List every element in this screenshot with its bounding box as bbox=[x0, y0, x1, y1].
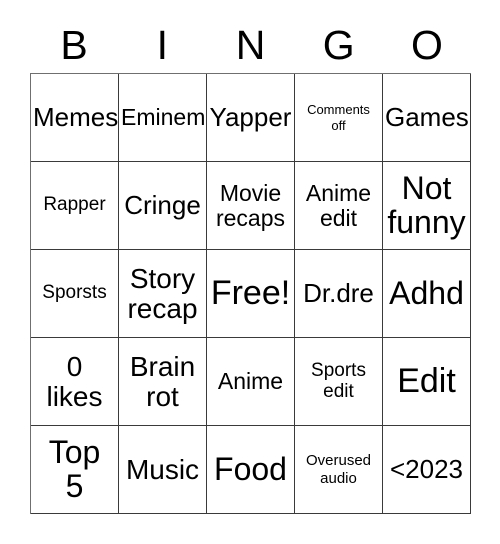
bingo-cell[interactable]: 0 likes bbox=[31, 338, 119, 426]
bingo-cell-label: Not funny bbox=[387, 170, 466, 240]
bingo-cell-label: Rapper bbox=[43, 194, 106, 216]
bingo-cell-label: Story recap bbox=[127, 263, 198, 324]
bingo-cell-label: Movie recaps bbox=[215, 179, 286, 231]
bingo-cell[interactable]: Cringe bbox=[119, 162, 207, 250]
bingo-cell[interactable]: Games bbox=[383, 74, 471, 162]
bingo-cell[interactable]: Overused audio bbox=[295, 426, 383, 514]
bingo-cell[interactable]: Edit bbox=[383, 338, 471, 426]
bingo-cell[interactable]: Anime edit bbox=[295, 162, 383, 250]
bingo-cell-label: Top 5 bbox=[48, 434, 101, 504]
bingo-cell-label: Sporsts bbox=[42, 282, 107, 304]
bingo-cell[interactable]: Music bbox=[119, 426, 207, 514]
bingo-cell[interactable]: Top 5 bbox=[31, 426, 119, 514]
bingo-cell-label: Yapper bbox=[209, 101, 292, 132]
bingo-cell[interactable]: Sporsts bbox=[31, 250, 119, 338]
bingo-cell-label: Music bbox=[125, 453, 200, 485]
bingo-cell-label: Edit bbox=[397, 362, 456, 401]
header-letter-g: G bbox=[322, 22, 355, 68]
header-letter-i: I bbox=[156, 22, 168, 68]
bingo-cell[interactable]: Eminem bbox=[119, 74, 207, 162]
bingo-cell-label: Eminem bbox=[121, 104, 206, 131]
bingo-cell[interactable]: Food bbox=[207, 426, 295, 514]
bingo-cell-label: <2023 bbox=[389, 453, 464, 484]
bingo-cell-label: Anime bbox=[217, 368, 284, 395]
bingo-cell-label: Memes bbox=[33, 101, 119, 132]
bingo-cell-label: Anime edit bbox=[305, 179, 372, 231]
bingo-cell-label: Cringe bbox=[124, 189, 201, 220]
bingo-cell-label: Free! bbox=[210, 274, 291, 313]
bingo-cell-label: Dr.dre bbox=[303, 277, 374, 308]
bingo-cell[interactable]: Comments off bbox=[295, 74, 383, 162]
bingo-cell[interactable]: Yapper bbox=[207, 74, 295, 162]
bingo-cell-label: Sports edit bbox=[311, 359, 366, 402]
bingo-cell[interactable]: Memes bbox=[31, 74, 119, 162]
bingo-cell[interactable]: Dr.dre bbox=[295, 250, 383, 338]
bingo-cell[interactable]: Adhd bbox=[383, 250, 471, 338]
header-letter-b: B bbox=[60, 22, 88, 68]
bingo-cell-label: Food bbox=[214, 450, 287, 487]
bingo-cell-label: Adhd bbox=[389, 274, 464, 311]
bingo-cell[interactable]: <2023 bbox=[383, 426, 471, 514]
bingo-cell-label: Brain rot bbox=[129, 351, 196, 412]
bingo-header-row: B I N G O bbox=[30, 18, 471, 73]
bingo-cell[interactable]: Sports edit bbox=[295, 338, 383, 426]
bingo-grid: Memes Eminem Yapper Comments off Games Rapper… bbox=[30, 73, 471, 514]
bingo-cell-label: Overused audio bbox=[305, 452, 372, 487]
bingo-cell[interactable]: Anime bbox=[207, 338, 295, 426]
bingo-cell-free[interactable]: Free! bbox=[207, 250, 295, 338]
bingo-cell[interactable]: Story recap bbox=[119, 250, 207, 338]
header-letter-n: N bbox=[235, 22, 266, 68]
bingo-cell[interactable]: Brain rot bbox=[119, 338, 207, 426]
bingo-cell[interactable]: Movie recaps bbox=[207, 162, 295, 250]
bingo-cell-label: Comments off bbox=[307, 102, 370, 133]
bingo-cell-label: Games bbox=[385, 101, 469, 132]
bingo-cell[interactable]: Not funny bbox=[383, 162, 471, 250]
bingo-cell[interactable]: Rapper bbox=[31, 162, 119, 250]
header-letter-o: O bbox=[410, 22, 443, 68]
bingo-card: B I N G O Memes Eminem Yapper Comments off G… bbox=[0, 0, 500, 544]
bingo-cell-label: 0 likes bbox=[46, 351, 103, 412]
